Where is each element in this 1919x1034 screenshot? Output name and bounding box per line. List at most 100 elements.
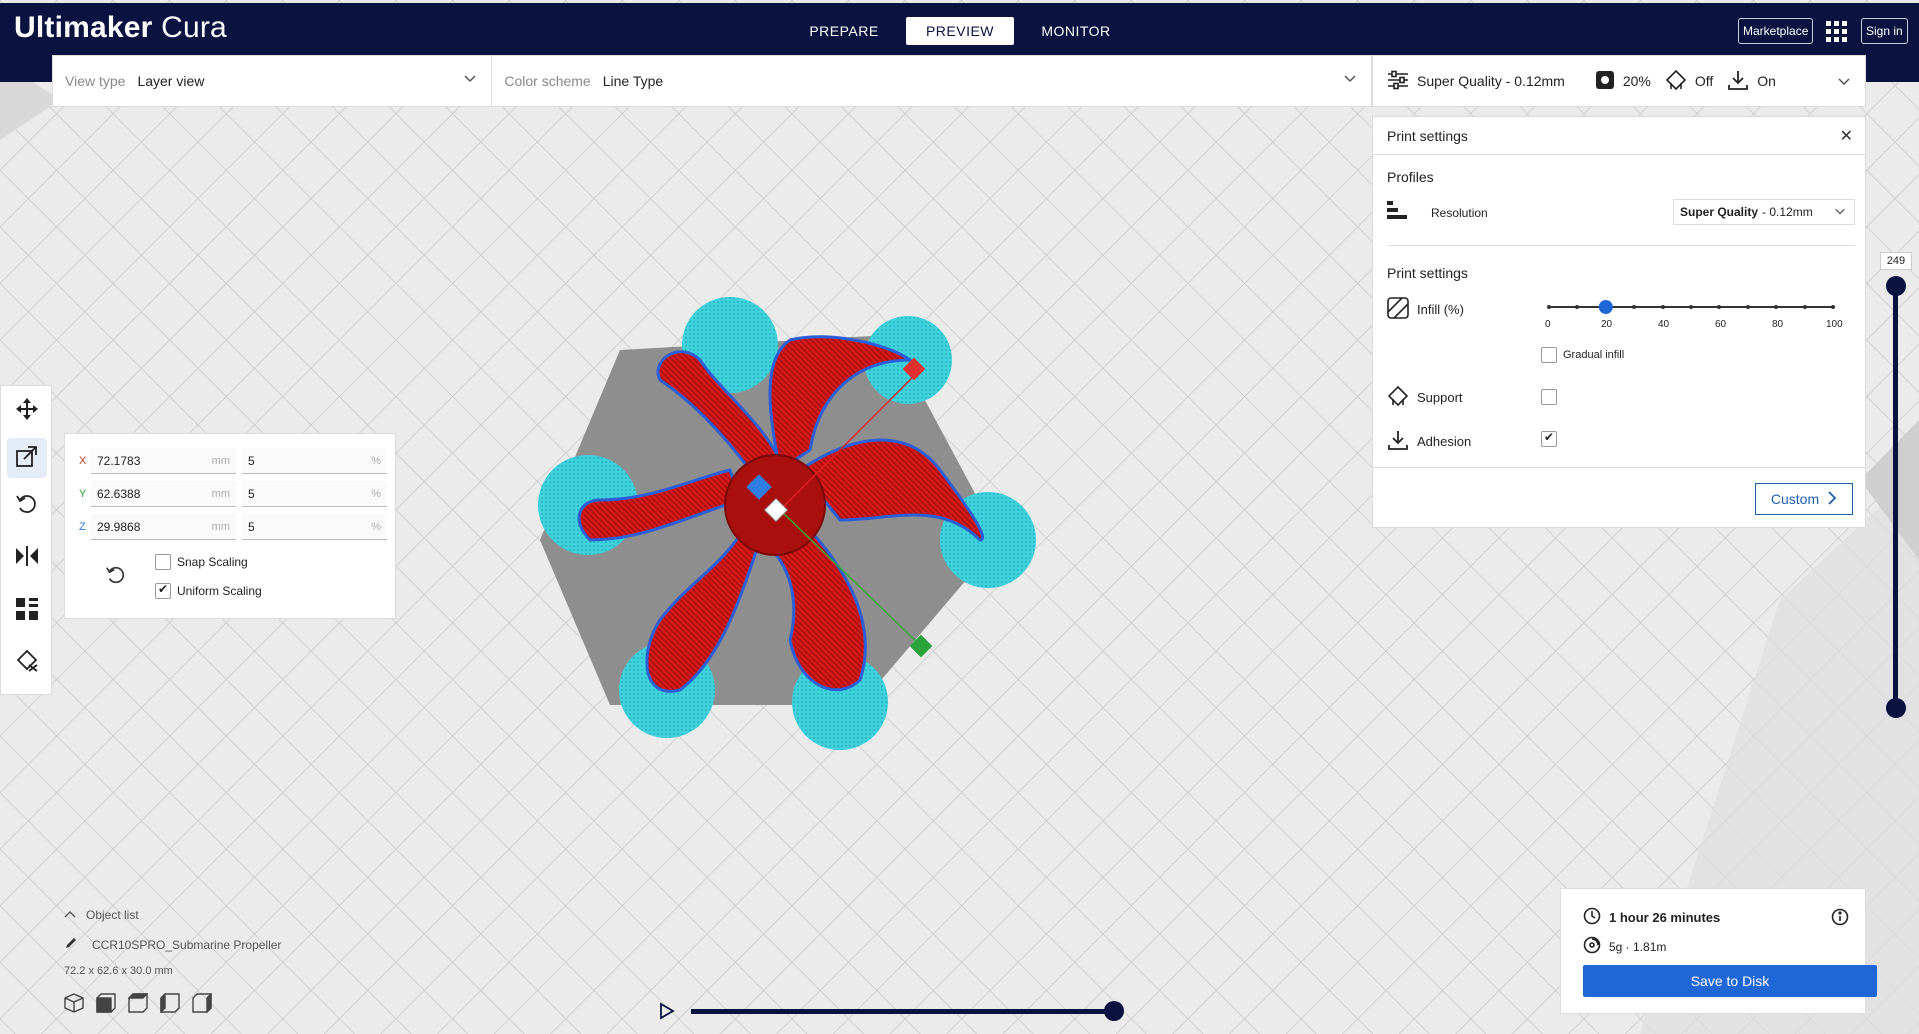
resolution-icon [1387, 201, 1407, 224]
divider [1387, 245, 1855, 246]
view-toolbar: View type Layer view Color scheme Line T… [52, 55, 1372, 107]
view-left-icon[interactable] [160, 992, 180, 1016]
chevron-down-icon[interactable] [1837, 74, 1851, 91]
adhesion-summary: On [1727, 69, 1776, 94]
infill-summary: 20% [1595, 70, 1651, 93]
profile-summary-text: Super Quality - 0.12mm [1417, 73, 1565, 89]
support-checkbox[interactable] [1541, 389, 1557, 405]
chevron-down-icon [463, 71, 477, 88]
playback-track[interactable] [691, 1009, 1117, 1014]
rotate-tool[interactable] [12, 491, 42, 521]
per-model-settings-icon [15, 597, 39, 626]
layer-slider-bottom-handle[interactable] [1886, 698, 1906, 718]
layer-slider[interactable]: 249 [1880, 248, 1912, 718]
tab-monitor[interactable]: MONITOR [1022, 17, 1130, 45]
rotate-icon [15, 492, 39, 521]
move-tool[interactable] [12, 396, 42, 426]
info-icon[interactable] [1831, 908, 1849, 931]
field-value: 29.9868 [97, 519, 141, 534]
support-summary-text: Off [1694, 73, 1714, 89]
layer-slider-track[interactable] [1893, 286, 1898, 710]
view-top-icon[interactable] [127, 993, 149, 1016]
chevron-right-icon [1827, 490, 1837, 508]
z-percent-field[interactable]: 5% [242, 514, 387, 540]
infill-tick-labels: 0 20 40 60 80 100 [1539, 319, 1849, 333]
stage-tabs: PREPARE PREVIEW MONITOR [790, 17, 1138, 45]
reset-scale-button[interactable] [105, 564, 127, 591]
object-name: CCR10SPRO_Submarine Propeller [92, 937, 282, 952]
app-logo: Ultimaker Cura [14, 11, 227, 45]
gradual-infill-checkbox[interactable] [1541, 347, 1557, 363]
save-to-disk-button[interactable]: Save to Disk [1583, 965, 1877, 997]
print-time: 1 hour 26 minutes [1609, 910, 1721, 925]
support-icon [1387, 385, 1409, 410]
support-summary: Off [1665, 69, 1713, 94]
uniform-scaling-label: Uniform Scaling [177, 584, 262, 598]
support-blocker-icon [15, 649, 39, 678]
object-item[interactable]: CCR10SPRO_Submarine Propeller [64, 936, 444, 953]
tick-label: 100 [1826, 319, 1843, 330]
apps-grid-icon[interactable] [1825, 20, 1849, 44]
tick-label: 20 [1601, 319, 1613, 330]
custom-button-label: Custom [1770, 491, 1820, 507]
x-percent-field[interactable]: 5% [242, 448, 387, 474]
tick-label: 60 [1715, 319, 1727, 330]
infill-row: Infill (%) [1387, 297, 1464, 322]
per-model-settings-tool[interactable] [12, 596, 42, 626]
print-settings-header: Print settings ✕ [1373, 117, 1865, 155]
material-usage: 5g · 1.81m [1609, 939, 1667, 954]
tab-preview[interactable]: PREVIEW [906, 17, 1014, 45]
view-type-dropdown[interactable]: View type Layer view [53, 56, 493, 106]
view-right-icon[interactable] [192, 992, 212, 1016]
y-percent-field[interactable]: 5% [242, 481, 387, 507]
tick-label: 80 [1772, 319, 1784, 330]
infill-slider-handle[interactable] [1598, 300, 1613, 314]
playback-handle[interactable] [1104, 1001, 1124, 1021]
gradual-infill-row: Gradual infill [1541, 347, 1624, 363]
close-icon[interactable]: ✕ [1840, 126, 1853, 146]
sliders-icon [1387, 70, 1409, 93]
object-list-toggle[interactable]: Object list [64, 908, 444, 922]
layer-number[interactable]: 249 [1880, 252, 1912, 270]
scale-row-y: Y 62.6388 mm 5% [79, 481, 393, 507]
adhesion-checkbox[interactable] [1541, 430, 1557, 447]
x-size-field[interactable]: 72.1783 mm [91, 448, 236, 474]
print-settings-panel: Print settings ✕ Profiles Resolution Sup… [1372, 116, 1866, 528]
adhesion-label: Adhesion [1417, 434, 1472, 449]
custom-settings-button[interactable]: Custom [1755, 483, 1853, 515]
support-row: Support [1387, 385, 1463, 410]
view-front-icon[interactable] [96, 993, 116, 1016]
field-value: 62.6388 [97, 486, 141, 501]
axis-label: Z [79, 521, 86, 533]
sign-in-button[interactable]: Sign in [1861, 18, 1908, 44]
pencil-icon [64, 936, 78, 953]
mirror-tool[interactable] [12, 543, 42, 573]
tab-prepare[interactable]: PREPARE [790, 17, 898, 45]
material-row: 5g · 1.81m [1583, 936, 1666, 957]
field-value: 5 [248, 453, 255, 468]
axis-label: X [79, 455, 87, 467]
scale-tool-panel: X 72.1783 mm 5% Y 62.6388 mm 5% Z 29.9868 m… [64, 433, 396, 619]
support-blocker-tool[interactable] [12, 648, 42, 678]
uniform-scaling-checkbox[interactable] [155, 582, 171, 599]
y-size-field[interactable]: 62.6388 mm [91, 481, 236, 507]
z-size-field[interactable]: 29.9868 mm [91, 514, 236, 540]
resolution-select[interactable]: Super Quality - 0.12mm [1673, 199, 1855, 225]
profile-summary: Super Quality - 0.12mm [1387, 70, 1565, 93]
scale-tool[interactable] [7, 438, 47, 478]
layer-slider-top-handle[interactable] [1886, 276, 1906, 296]
adhesion-row: Adhesion [1387, 429, 1471, 454]
tick-label: 0 [1545, 319, 1551, 330]
camera-view-buttons [64, 992, 444, 1016]
field-value: 5 [248, 519, 255, 534]
marketplace-button[interactable]: Marketplace [1738, 18, 1814, 44]
field-unit: mm [211, 487, 230, 500]
resolution-select-bold: Super Quality [1680, 205, 1759, 219]
print-settings-summary-bar[interactable]: Super Quality - 0.12mm 20% Off On [1372, 55, 1866, 107]
view-3d-icon[interactable] [64, 993, 84, 1016]
adhesion-summary-text: On [1757, 73, 1776, 89]
snap-scaling-label: Snap Scaling [177, 555, 248, 569]
snap-scaling-checkbox[interactable] [155, 554, 171, 570]
play-icon[interactable] [659, 1002, 675, 1025]
color-scheme-dropdown[interactable]: Color scheme Line Type [492, 56, 1371, 106]
